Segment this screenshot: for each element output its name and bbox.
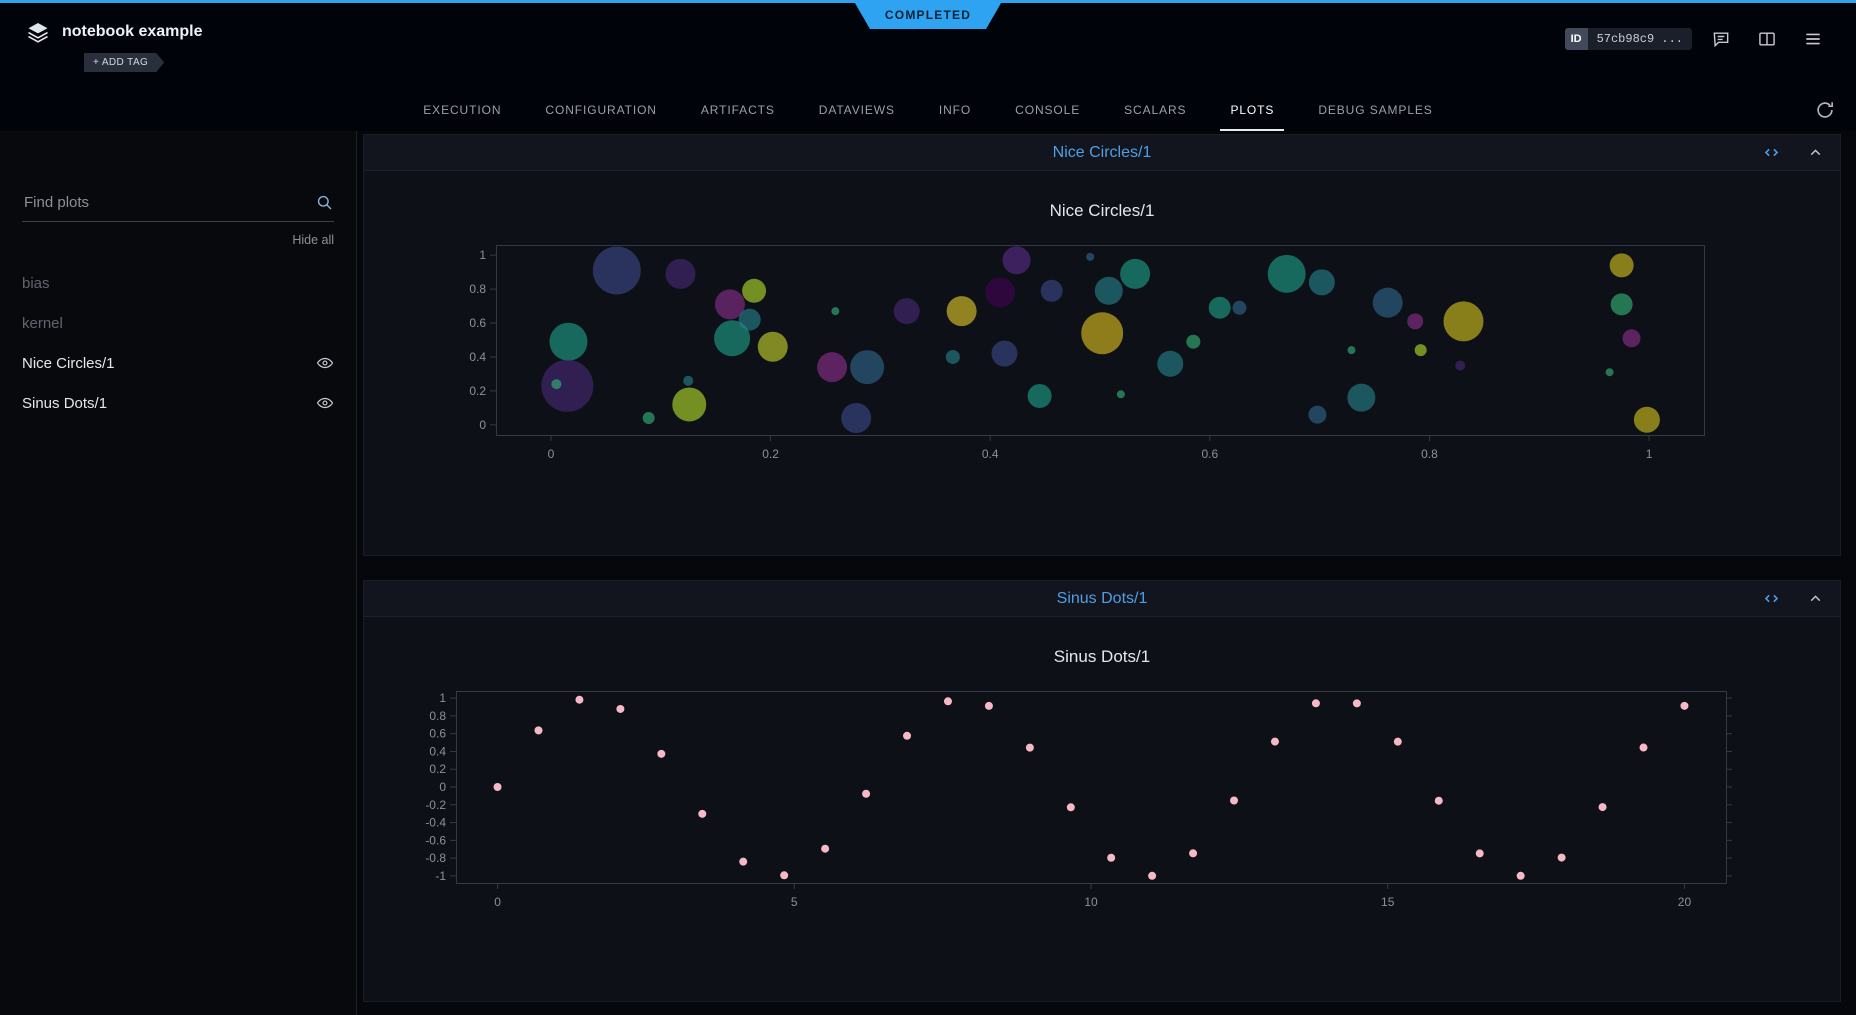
svg-text:5: 5 xyxy=(791,895,798,909)
svg-text:0.6: 0.6 xyxy=(1201,447,1218,461)
svg-text:15: 15 xyxy=(1381,895,1395,909)
plot-card-header: Nice Circles/1 xyxy=(364,135,1840,171)
svg-text:-0.2: -0.2 xyxy=(425,798,446,812)
plot-card-header: Sinus Dots/1 xyxy=(364,581,1840,617)
tab-plots[interactable]: PLOTS xyxy=(1208,89,1296,131)
plot-item-label: Sinus Dots/1 xyxy=(22,395,107,412)
chart-title: Nice Circles/1 xyxy=(364,201,1840,221)
tab-label: CONFIGURATION xyxy=(545,103,656,117)
tab-console[interactable]: CONSOLE xyxy=(993,89,1102,131)
tab-label: CONSOLE xyxy=(1015,103,1080,117)
tab-label: DATAVIEWS xyxy=(819,103,895,117)
plot-card-body: Sinus Dots/105101520-1-0.8-0.6-0.4-0.200… xyxy=(364,617,1840,1001)
svg-text:0.2: 0.2 xyxy=(469,384,486,398)
tab-label: ARTIFACTS xyxy=(701,103,775,117)
refresh-icon[interactable] xyxy=(1814,99,1836,121)
plot-card-sinus-dots-1: Sinus Dots/1Sinus Dots/105101520-1-0.8-0… xyxy=(363,580,1841,1002)
id-badge-value[interactable]: 57cb98c9 ... xyxy=(1588,28,1692,50)
svg-text:0.4: 0.4 xyxy=(982,447,999,461)
svg-text:1: 1 xyxy=(439,691,446,705)
tab-label: SCALARS xyxy=(1124,103,1186,117)
tab-configuration[interactable]: CONFIGURATION xyxy=(523,89,678,131)
hide-all-button[interactable]: Hide all xyxy=(22,233,334,247)
plots-main-area: Nice Circles/1 Nice Circles/1 0 0.2 0.4 0.6 0.… xyxy=(357,131,1856,1015)
tab-label: DEBUG SAMPLES xyxy=(1318,103,1432,117)
svg-text:-0.8: -0.8 xyxy=(425,851,446,865)
svg-text:0.8: 0.8 xyxy=(469,282,486,296)
status-ribbon: COMPLETED xyxy=(855,3,1001,29)
tab-label: INFO xyxy=(939,103,971,117)
eye-icon[interactable] xyxy=(316,354,334,372)
tab-debug-samples[interactable]: DEBUG SAMPLES xyxy=(1296,89,1454,131)
svg-text:20: 20 xyxy=(1678,895,1692,909)
eye-icon[interactable] xyxy=(316,394,334,412)
plot-card-header-title: Sinus Dots/1 xyxy=(364,590,1840,608)
svg-text:0.4: 0.4 xyxy=(469,350,486,364)
bubble-chart[interactable]: 0 0.2 0.4 0.6 0.8 1 0 0.2 0.4 0.6 0.8 1 xyxy=(364,237,1840,487)
svg-text:0.2: 0.2 xyxy=(762,447,779,461)
experiment-title: notebook example xyxy=(62,23,202,41)
plot-list: bias kernel Nice Circles/1 Sinus Dots/1 xyxy=(22,263,334,423)
plot-card-body: Nice Circles/1 0 0.2 0.4 0.6 0.8 1 0 0.2 0.4 0.6 0.… xyxy=(364,171,1840,555)
plot-item-label: Nice Circles/1 xyxy=(22,355,115,372)
plot-card-header-icons xyxy=(1762,589,1840,608)
svg-text:-1: -1 xyxy=(435,869,446,883)
svg-text:0: 0 xyxy=(494,895,501,909)
plots-sidebar: Hide all bias kernel Nice Circles/1 Sinus D… xyxy=(0,131,357,1015)
tab-dataviews[interactable]: DATAVIEWS xyxy=(797,89,917,131)
tab-label: EXECUTION xyxy=(423,103,501,117)
add-tag-button[interactable]: + ADD TAG xyxy=(84,53,164,72)
find-plots-search xyxy=(22,193,334,222)
svg-text:1: 1 xyxy=(479,248,486,262)
svg-text:0.4: 0.4 xyxy=(429,744,446,758)
plot-card-header-icons xyxy=(1762,143,1840,162)
svg-text:-0.6: -0.6 xyxy=(425,833,446,847)
chart-title: Sinus Dots/1 xyxy=(364,647,1840,667)
menu-icon[interactable] xyxy=(1796,24,1830,54)
svg-text:0.8: 0.8 xyxy=(429,709,446,723)
scatter-chart[interactable]: 0 5 10 15 20 -1 -0.8 -0.6 -0.4 -0.2 0 0.2 0.4 0.6 0.8 1 xyxy=(364,683,1840,933)
plot-item-label: bias xyxy=(22,275,50,292)
panels-icon[interactable] xyxy=(1750,24,1784,54)
tab-bar: EXECUTION CONFIGURATION ARTIFACTS DATAVIEWS… xyxy=(0,89,1856,131)
top-accent-strip xyxy=(0,0,1856,3)
tab-execution[interactable]: EXECUTION xyxy=(401,89,523,131)
search-icon[interactable] xyxy=(315,193,334,212)
search-input[interactable] xyxy=(22,193,315,212)
svg-text:0: 0 xyxy=(439,780,446,794)
chevron-up-icon[interactable] xyxy=(1807,144,1824,161)
tab-artifacts[interactable]: ARTIFACTS xyxy=(679,89,797,131)
plot-list-item-bias[interactable]: bias xyxy=(22,263,334,303)
tab-scalars[interactable]: SCALARS xyxy=(1102,89,1208,131)
tab-label: PLOTS xyxy=(1230,103,1274,117)
svg-text:-0.4: -0.4 xyxy=(425,816,446,830)
svg-text:0: 0 xyxy=(548,447,555,461)
id-badge: ID 57cb98c9 ... xyxy=(1565,28,1692,50)
plot-item-label: kernel xyxy=(22,315,63,332)
svg-text:0.2: 0.2 xyxy=(429,762,446,776)
svg-text:0: 0 xyxy=(479,418,486,432)
experiment-type-icon xyxy=(26,20,50,44)
plot-list-item-sinus-dots-1[interactable]: Sinus Dots/1 xyxy=(22,383,334,423)
comment-icon[interactable] xyxy=(1704,24,1738,54)
svg-text:0.6: 0.6 xyxy=(429,727,446,741)
tab-info[interactable]: INFO xyxy=(917,89,993,131)
svg-text:0.6: 0.6 xyxy=(469,316,486,330)
plot-card-header-title: Nice Circles/1 xyxy=(364,144,1840,162)
chevron-up-icon[interactable] xyxy=(1807,590,1824,607)
plot-list-item-kernel[interactable]: kernel xyxy=(22,303,334,343)
svg-text:10: 10 xyxy=(1084,895,1098,909)
code-icon[interactable] xyxy=(1762,589,1781,608)
plot-cards: Nice Circles/1 Nice Circles/1 0 0.2 0.4 0.6 0.… xyxy=(363,134,1841,1002)
tab-bar-tabs: EXECUTION CONFIGURATION ARTIFACTS DATAVIEWS… xyxy=(401,89,1454,131)
id-badge-label: ID xyxy=(1565,28,1588,50)
svg-text:0.8: 0.8 xyxy=(1421,447,1438,461)
svg-text:1: 1 xyxy=(1646,447,1653,461)
code-icon[interactable] xyxy=(1762,143,1781,162)
plot-card-nice-circles-1: Nice Circles/1 Nice Circles/1 0 0.2 0.4 0.6 0.… xyxy=(363,134,1841,556)
plot-list-item-nice-circles-1[interactable]: Nice Circles/1 xyxy=(22,343,334,383)
